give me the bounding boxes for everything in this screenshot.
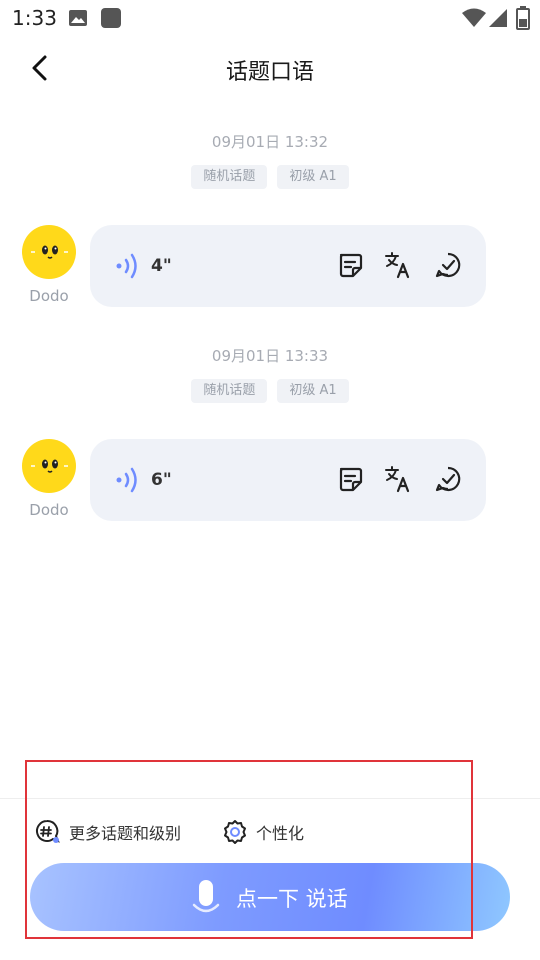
status-time: 1:33 [12,6,57,30]
wifi-icon [462,8,486,27]
tap-to-speak-label: 点一下 说话 [236,887,348,911]
message-tags: 随机话题 初级 A1 [0,165,540,189]
signal-icon [489,9,507,27]
app-square-icon [101,8,121,28]
microphone-icon [192,880,220,913]
topic-tag: 随机话题 [191,379,268,403]
check-bubble-icon[interactable] [434,465,462,493]
avatar[interactable] [22,225,76,279]
level-tag: 初级 A1 [277,165,349,189]
note-icon[interactable] [336,251,364,279]
dodo-face-icon [31,459,68,473]
level-tag: 初级 A1 [277,379,349,403]
voice-message-bubble[interactable]: 4" [90,225,486,307]
voice-duration: 6" [151,470,172,490]
avatar[interactable] [22,439,76,493]
avatar-name: Dodo [29,501,69,519]
page-title: 话题口语 [225,60,314,85]
gallery-icon [69,10,87,26]
tap-to-speak-button[interactable]: 点一下 说话 [30,863,510,931]
dodo-face-icon [31,245,68,259]
voice-duration: 4" [151,256,172,276]
avatar-name: Dodo [29,287,69,305]
message-timestamp: 09月01日 13:33 [211,347,329,365]
gear-icon [224,820,246,844]
personalize-label: 个性化 [256,824,305,843]
sound-wave-icon[interactable] [114,252,144,280]
more-topics-button[interactable]: 更多话题和级别 [35,819,181,845]
more-topics-label: 更多话题和级别 [69,824,182,843]
status-bar: 1:33 [0,0,540,36]
note-icon[interactable] [336,465,364,493]
personalize-button[interactable]: 个性化 [222,819,304,845]
translate-icon[interactable] [384,251,412,279]
bottom-panel: 更多话题和级别 个性化 点一下 说话 [0,798,540,960]
message-tags: 随机话题 初级 A1 [0,379,540,403]
header: 话题口语 [0,40,540,96]
topic-tag: 随机话题 [191,165,268,189]
translate-icon[interactable] [384,465,412,493]
check-bubble-icon[interactable] [434,251,462,279]
battery-icon [516,6,530,30]
message-timestamp: 09月01日 13:32 [211,133,329,151]
sound-wave-icon[interactable] [114,466,144,494]
voice-message-bubble[interactable]: 6" [90,439,486,521]
hashtag-bubble-icon [36,819,60,843]
